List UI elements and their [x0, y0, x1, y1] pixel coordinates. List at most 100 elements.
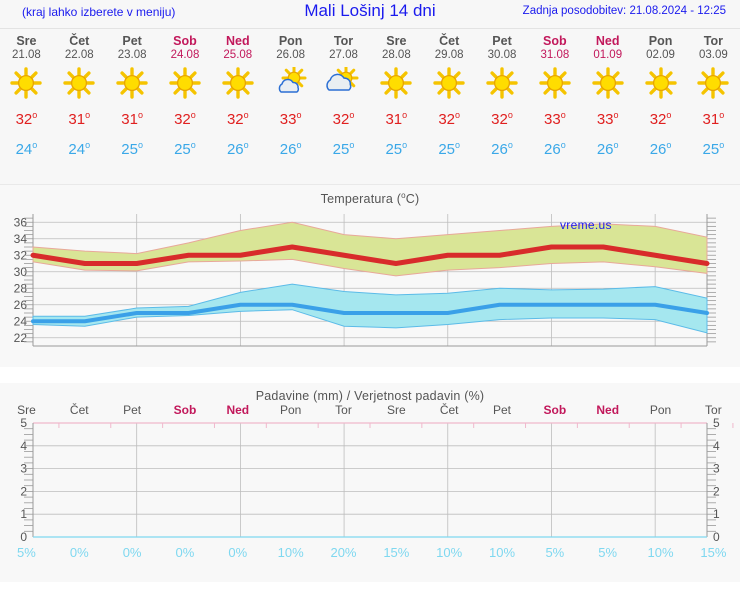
sun-icon	[476, 65, 529, 101]
max-temp-value: 31	[702, 111, 720, 128]
precipitation-probability: 0%	[175, 545, 195, 560]
day-of-week: Sob	[543, 34, 567, 48]
max-temperature: 32o	[423, 101, 476, 134]
precipitation-probability: 10%	[277, 545, 304, 560]
degree-sign: o	[32, 110, 38, 120]
min-temp-value: 26	[226, 141, 244, 158]
day-of-week: Čet	[69, 34, 90, 48]
precipitation-day-label: Ned	[596, 403, 620, 417]
max-temp-value: 32	[491, 111, 508, 128]
sun-icon	[159, 65, 212, 101]
precipitation-svg: 5 54 43 32 21 10 0	[20, 417, 734, 544]
degree-sign: o	[455, 110, 461, 120]
precipitation-chart-title: Padavine (mm) / Verjetnost padavin (%)	[255, 389, 485, 403]
day-column[interactable]: Pet 23.08 31o 25o	[106, 34, 159, 161]
min-temperature: 25o	[106, 134, 159, 161]
day-columns: Sre 21.08 32o 24o Čet 22.08 31o 24o Pet 23.08 31o 2…	[0, 29, 740, 161]
svg-text:5: 5	[713, 417, 720, 430]
min-temp-value: 24	[15, 141, 33, 158]
max-temp-value: 33	[544, 111, 561, 128]
day-date: 31.08	[540, 49, 570, 61]
max-temperature: 32o	[317, 101, 370, 134]
day-column[interactable]: Ned 25.08 32o 26o	[211, 34, 264, 161]
precipitation-day-label: Pet	[493, 403, 512, 417]
max-temperature: 32o	[634, 101, 687, 134]
max-temperature: 31o	[53, 101, 106, 134]
precipitation-day-label: Sob	[543, 403, 567, 417]
day-date: 29.08	[434, 49, 464, 61]
max-temperature: 31o	[106, 101, 159, 134]
precipitation-day-label: Ned	[226, 403, 250, 417]
min-temp-value: 26	[596, 141, 614, 158]
max-temperature: 32o	[159, 101, 212, 134]
sun-icon	[423, 65, 476, 101]
max-temp-value: 32	[438, 111, 455, 128]
max-temp-value: 33	[279, 111, 297, 128]
day-of-week: Tor	[703, 34, 723, 48]
min-temp-value: 25	[121, 141, 138, 158]
degree-sign: o	[560, 110, 566, 120]
max-temperature: 32o	[0, 101, 53, 134]
max-temp-value: 32	[226, 111, 244, 128]
day-of-week: Sre	[386, 34, 407, 48]
min-temp-value: 25	[385, 141, 403, 158]
max-temp-value: 31	[385, 111, 403, 128]
precipitation-probability: 10%	[436, 545, 463, 560]
degree-sign: o	[137, 110, 143, 120]
degree-sign: o	[190, 140, 196, 150]
day-date: 28.08	[381, 49, 411, 61]
min-temperature: 25o	[159, 134, 212, 161]
sun-icon	[687, 65, 740, 101]
day-date: 01.09	[593, 49, 623, 61]
max-temperature: 32o	[476, 101, 529, 134]
day-column[interactable]: Pon 26.08 33o 26o	[264, 34, 317, 161]
max-temperature: 31o	[687, 101, 740, 134]
degree-sign: o	[243, 140, 249, 150]
min-temperature: 26o	[634, 134, 687, 161]
temperature-chart-title: Temperatura (oC)	[0, 185, 740, 206]
sun-icon	[0, 65, 53, 101]
sun-icon	[581, 65, 634, 101]
min-temperature: 24o	[53, 134, 106, 161]
min-temp-value: 25	[174, 141, 191, 158]
precipitation-probability: 15%	[700, 545, 727, 560]
precipitation-day-label: Pon	[279, 403, 302, 417]
min-temp-value: 25	[438, 141, 455, 158]
day-of-week: Ned	[225, 34, 250, 48]
day-date: 26.08	[276, 49, 306, 61]
day-column[interactable]: Sob 31.08 33o 26o	[528, 34, 581, 161]
precipitation-probability: 0%	[122, 545, 142, 560]
min-temperature: 26o	[528, 134, 581, 161]
degree-sign: o	[32, 140, 38, 150]
day-column[interactable]: Pon 02.09 32o 26o	[634, 34, 687, 161]
sun-icon	[211, 65, 264, 101]
day-column[interactable]: Ned 01.09 33o 26o	[581, 34, 634, 161]
precipitation-probability: 5%	[598, 545, 618, 560]
day-column[interactable]: Pet 30.08 32o 26o	[476, 34, 529, 161]
precipitation-probability: 5%	[17, 545, 36, 560]
day-column[interactable]: Tor 27.08 32o 25o	[317, 34, 370, 161]
day-column[interactable]: Tor 03.09 31o 25o	[687, 34, 740, 161]
degree-sign: o	[402, 140, 408, 150]
day-column[interactable]: Čet 22.08 31o 24o	[53, 34, 106, 161]
degree-sign: o	[666, 140, 672, 150]
temperature-title-tail: C)	[405, 192, 420, 207]
day-column[interactable]: Sre 28.08 31o 25o	[370, 34, 423, 161]
temperature-chart-block: Temperatura (oC) 36 34 32 30 28 26 24 22 vreme.…	[0, 185, 740, 367]
day-column[interactable]: Čet 29.08 32o 25o	[423, 34, 476, 161]
day-column[interactable]: Sob 24.08 32o 25o	[159, 34, 212, 161]
precipitation-day-label: Čet	[439, 403, 459, 417]
day-of-week: Pon	[648, 34, 673, 48]
precipitation-plot-area: 554433221100	[0, 417, 740, 545]
precipitation-probability: 10%	[489, 545, 516, 560]
day-column[interactable]: Sre 21.08 32o 24o	[0, 34, 53, 161]
precipitation-probability: 5%	[545, 545, 565, 560]
day-of-week: Pon	[278, 34, 303, 48]
degree-sign: o	[560, 140, 566, 150]
day-of-week: Pet	[492, 34, 512, 48]
max-temp-value: 33	[596, 111, 614, 128]
max-temperature: 33o	[528, 101, 581, 134]
degree-sign: o	[349, 140, 355, 150]
chart-gap	[0, 367, 740, 383]
day-of-week: Pet	[122, 34, 142, 48]
